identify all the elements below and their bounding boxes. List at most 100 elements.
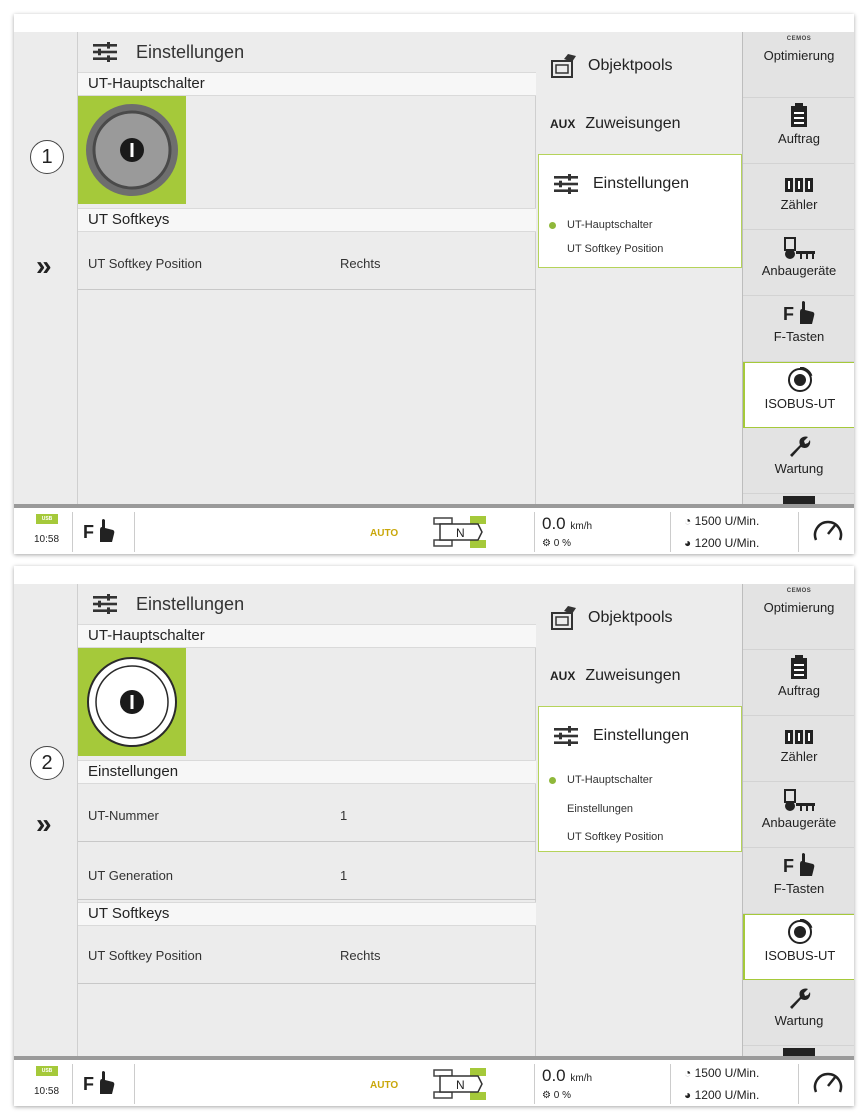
middle-menu: Objektpools AUX Zuweisungen Einstellunge… bbox=[536, 32, 742, 504]
sub-item-label: UT-Hauptschalter bbox=[567, 774, 653, 786]
right-softkey-bar: CEMOS Optimierung Auftrag Zähler Anbauge… bbox=[742, 584, 854, 1056]
gear-label: N bbox=[456, 1078, 465, 1092]
row-key: UT Softkey Position bbox=[88, 948, 202, 963]
row-ut-nummer[interactable]: UT-Nummer 1 bbox=[78, 784, 536, 842]
menu-label: Einstellungen bbox=[593, 175, 690, 192]
row-value: 1 bbox=[340, 868, 348, 883]
auto-indicator: AUTO bbox=[370, 1080, 399, 1091]
expand-button[interactable]: » bbox=[36, 810, 52, 838]
menu-objektpools[interactable]: Objektpools bbox=[536, 590, 742, 646]
rpm-engine: ◔ 1500 U/Min. bbox=[684, 1066, 760, 1080]
counter-icon bbox=[785, 730, 813, 744]
softkey-label: Anbaugeräte bbox=[761, 815, 837, 830]
speedometer-button[interactable] bbox=[812, 1068, 844, 1103]
screen-panel-2: » Einstellungen UT-Hauptschalter Einstel… bbox=[14, 566, 854, 1106]
clipboard-icon bbox=[791, 103, 807, 127]
softkey-label: Anbaugeräte bbox=[761, 263, 837, 278]
sub-item-softkey-position[interactable]: UT Softkey Position bbox=[539, 237, 741, 261]
scroll-down-indicator[interactable] bbox=[783, 1048, 815, 1056]
tractor-gear-indicator: N bbox=[432, 512, 488, 554]
softkey-label: Wartung bbox=[774, 1013, 824, 1028]
row-value: Rechts bbox=[340, 256, 381, 271]
row-value: 1 bbox=[340, 808, 348, 823]
counter-icon bbox=[785, 178, 813, 192]
softkey-anbaugeraete[interactable]: Anbaugeräte bbox=[743, 782, 854, 848]
menu-zuweisungen[interactable]: AUX Zuweisungen bbox=[536, 648, 742, 704]
row-key: UT Generation bbox=[88, 868, 174, 883]
speed-value: 0.0 bbox=[542, 514, 566, 533]
sub-item-label: UT Softkey Position bbox=[567, 831, 664, 843]
rpm-pto: ◕ 1200 U/Min. bbox=[684, 536, 760, 550]
section-settings: Einstellungen bbox=[78, 760, 536, 784]
softkey-f-tasten[interactable]: F F-Tasten bbox=[743, 296, 854, 362]
softkey-anbaugeraete[interactable]: Anbaugeräte bbox=[743, 230, 854, 296]
row-softkey-position[interactable]: UT Softkey Position Rechts bbox=[78, 232, 536, 290]
active-dot bbox=[549, 777, 556, 784]
slip-value: 0 % bbox=[553, 1090, 571, 1101]
status-bar: USB 10:58 F AUTO N 0.0 km/h ⚙ 0 % ◔ 1500… bbox=[14, 1056, 854, 1106]
f-keys-button[interactable]: F bbox=[82, 518, 116, 549]
softkey-label: Optimierung bbox=[763, 600, 835, 615]
softkey-label: Auftrag bbox=[778, 683, 820, 698]
speed-unit: km/h bbox=[570, 521, 593, 532]
sub-item-label: Einstellungen bbox=[567, 803, 634, 815]
expand-button[interactable]: » bbox=[36, 252, 52, 280]
power-switch-icon bbox=[86, 104, 178, 196]
rpm-engine-value: 1500 U/Min. bbox=[694, 514, 760, 528]
rpm-pto: ◕ 1200 U/Min. bbox=[684, 1088, 760, 1102]
softkey-wartung[interactable]: Wartung bbox=[743, 428, 854, 494]
clock: 10:58 bbox=[34, 534, 60, 545]
row-key: UT-Nummer bbox=[88, 808, 159, 823]
menu-label: Objektpools bbox=[588, 57, 673, 74]
row-ut-generation[interactable]: UT Generation 1 bbox=[78, 842, 536, 900]
aux-badge: AUX bbox=[550, 669, 576, 683]
softkey-zaehler[interactable]: Zähler bbox=[743, 164, 854, 230]
sub-item-softkey-position[interactable]: UT Softkey Position bbox=[539, 823, 741, 851]
rpm-pto-value: 1200 U/Min. bbox=[694, 536, 760, 550]
menu-objektpools[interactable]: Objektpools bbox=[536, 38, 742, 94]
menu-label: Einstellungen bbox=[593, 727, 690, 744]
svg-text:F: F bbox=[83, 1074, 94, 1094]
softkey-wartung[interactable]: Wartung bbox=[743, 980, 854, 1046]
speedometer-button[interactable] bbox=[812, 516, 844, 551]
sliders-icon bbox=[554, 726, 578, 746]
softkey-label: ISOBUS-UT bbox=[764, 396, 836, 411]
left-strip: » bbox=[14, 32, 78, 504]
softkey-label: F-Tasten bbox=[773, 329, 825, 344]
softkey-optimierung[interactable]: CEMOS Optimierung bbox=[743, 32, 854, 98]
softkey-auftrag[interactable]: Auftrag bbox=[743, 650, 854, 716]
softkey-label: F-Tasten bbox=[773, 881, 825, 896]
svg-text:F: F bbox=[783, 304, 794, 324]
menu-einstellungen-active[interactable]: Einstellungen UT-Hauptschalter Einstellu… bbox=[538, 706, 742, 852]
section-softkeys: UT Softkeys bbox=[78, 208, 536, 232]
row-softkey-position[interactable]: UT Softkey Position Rechts bbox=[78, 926, 536, 984]
softkey-zaehler[interactable]: Zähler bbox=[743, 716, 854, 782]
f-keys-button[interactable]: F bbox=[82, 1070, 116, 1101]
ut-main-switch[interactable] bbox=[78, 96, 186, 204]
f-hand-icon: F bbox=[783, 853, 815, 876]
softkey-isobus-ut[interactable]: ISOBUS-UT bbox=[743, 914, 854, 980]
menu-zuweisungen[interactable]: AUX Zuweisungen bbox=[536, 96, 742, 152]
sub-item-settings[interactable]: Einstellungen bbox=[539, 795, 741, 823]
objectpool-icon bbox=[551, 606, 576, 630]
softkey-label: Wartung bbox=[774, 461, 824, 476]
softkey-label: ISOBUS-UT bbox=[764, 948, 836, 963]
softkey-isobus-ut[interactable]: ISOBUS-UT bbox=[743, 362, 854, 428]
ut-main-switch[interactable] bbox=[78, 648, 186, 756]
menu-label: Zuweisungen bbox=[585, 667, 681, 684]
sub-item-main-switch[interactable]: UT-Hauptschalter bbox=[539, 765, 741, 795]
menu-einstellungen-active[interactable]: Einstellungen UT-Hauptschalter UT Softke… bbox=[538, 154, 742, 268]
row-key: UT Softkey Position bbox=[88, 256, 202, 271]
sub-item-main-switch[interactable]: UT-Hauptschalter bbox=[539, 213, 741, 237]
screen-panel-1: » Einstellungen UT-Hauptschalter UT Soft… bbox=[14, 14, 854, 554]
softkey-f-tasten[interactable]: F F-Tasten bbox=[743, 848, 854, 914]
section-softkeys: UT Softkeys bbox=[78, 902, 536, 926]
softkey-auftrag[interactable]: Auftrag bbox=[743, 98, 854, 164]
menu-label: Objektpools bbox=[588, 609, 673, 626]
tractor-icon: N bbox=[433, 1068, 486, 1100]
scroll-down-indicator[interactable] bbox=[783, 496, 815, 504]
sub-item-label: UT-Hauptschalter bbox=[567, 219, 653, 231]
menu-label: Zuweisungen bbox=[585, 115, 681, 132]
main-title: Einstellungen bbox=[136, 41, 245, 62]
softkey-optimierung[interactable]: CEMOS Optimierung bbox=[743, 584, 854, 650]
